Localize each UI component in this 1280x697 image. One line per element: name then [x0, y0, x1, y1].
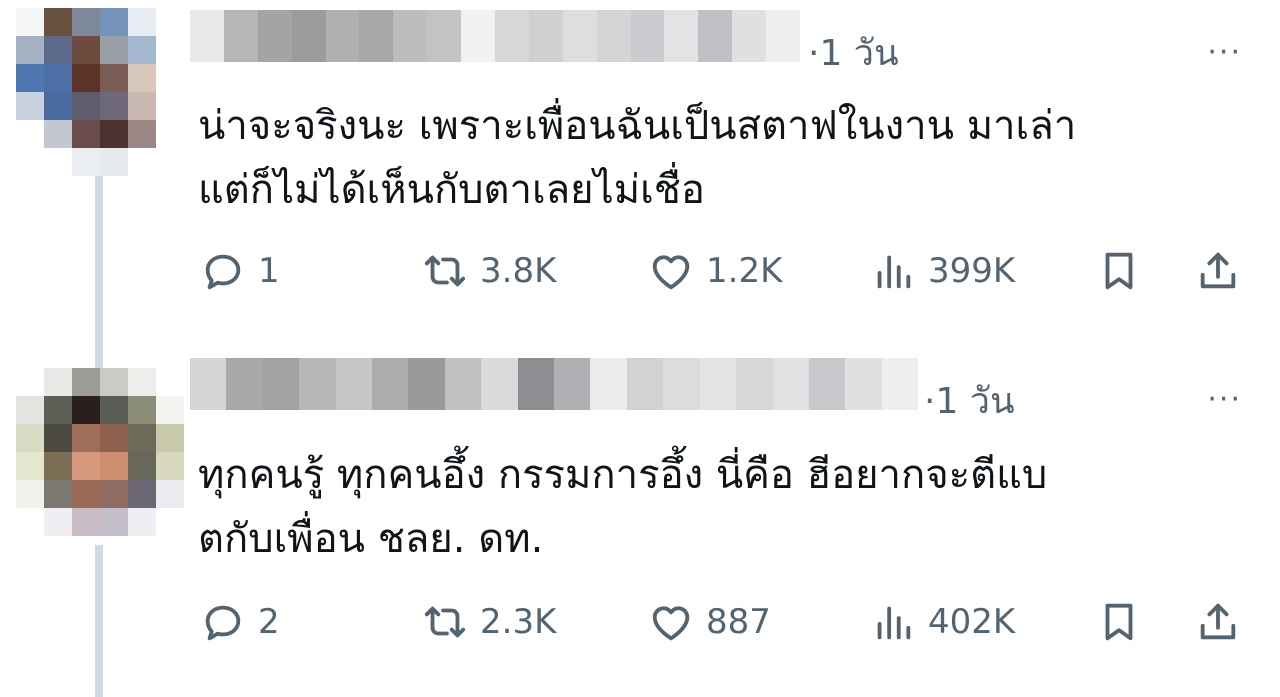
more-options-icon[interactable]: ··· [1207, 385, 1242, 415]
like-count: 887 [706, 602, 771, 642]
reply-button[interactable]: 2 [200, 597, 280, 647]
share-button[interactable] [1195, 597, 1241, 647]
action-bar: 1 3.8K 1.2K 399K [200, 246, 1250, 296]
blurred-username[interactable] [190, 10, 801, 62]
reply-bubble-icon [205, 254, 241, 290]
share-upload-icon [1200, 252, 1236, 289]
views-button[interactable]: 399K [870, 246, 1015, 296]
views-button[interactable]: 402K [870, 597, 1015, 647]
avatar[interactable] [16, 368, 184, 536]
bar-chart-icon [877, 255, 911, 289]
reply-tweet[interactable]: ·1 วัน ··· น่าจะจริงนะ เพราะเพื่อนฉันเป็… [0, 0, 1280, 345]
reply-tweet[interactable]: ·1 วัน ··· ทุกคนรู้ ทุกคนอึ้ง กรรมการอึ้… [0, 345, 1280, 697]
retweet-button[interactable]: 3.8K [422, 246, 556, 296]
bar-chart-icon [877, 606, 911, 640]
bookmark-icon [1105, 603, 1133, 641]
more-options-icon[interactable]: ··· [1207, 38, 1242, 68]
reply-bubble-icon [205, 605, 241, 641]
retweet-count: 3.8K [480, 251, 557, 291]
bookmark-icon [1105, 252, 1133, 290]
tweet-text: ทุกคนรู้ ทุกคนอึ้ง กรรมการอึ้ง นี่คือ ฮี… [198, 443, 1258, 571]
reply-count: 2 [258, 602, 280, 642]
retweet-arrows-icon [424, 606, 466, 638]
bookmark-button[interactable] [1096, 246, 1142, 296]
bookmark-button[interactable] [1096, 597, 1142, 647]
tweet-text-line: ทุกคนรู้ ทุกคนอึ้ง กรรมการอึ้ง นี่คือ ฮี… [198, 452, 1048, 498]
action-bar: 2 2.3K 887 402K [200, 597, 1250, 647]
timestamp[interactable]: ·1 วัน [808, 30, 899, 78]
reply-feed: ·1 วัน ··· น่าจะจริงนะ เพราะเพื่อนฉันเป็… [0, 0, 1280, 697]
view-count: 399K [928, 251, 1016, 291]
heart-icon [652, 255, 690, 290]
retweet-count: 2.3K [480, 602, 557, 642]
tweet-text-line: แต่ก็ไม่ได้เห็นกับตาเลยไม่เชื่อ [198, 167, 705, 213]
share-button[interactable] [1195, 246, 1241, 296]
like-button[interactable]: 1.2K [648, 246, 782, 296]
avatar[interactable] [16, 8, 184, 176]
tweet-text-line: ตกับเพื่อน ชลย. ดท. [198, 516, 544, 562]
like-button[interactable]: 887 [648, 597, 771, 647]
retweet-button[interactable]: 2.3K [422, 597, 556, 647]
retweet-arrows-icon [424, 255, 466, 287]
reply-count: 1 [258, 251, 280, 291]
tweet-text-line: น่าจะจริงนะ เพราะเพื่อนฉันเป็นสตาฟในงาน … [198, 103, 1077, 149]
timestamp[interactable]: ·1 วัน [924, 378, 1015, 426]
view-count: 402K [928, 602, 1016, 642]
like-count: 1.2K [706, 251, 783, 291]
blurred-username[interactable] [190, 358, 919, 410]
tweet-text: น่าจะจริงนะ เพราะเพื่อนฉันเป็นสตาฟในงาน … [198, 94, 1258, 222]
heart-icon [652, 606, 690, 641]
share-upload-icon [1200, 603, 1236, 640]
reply-button[interactable]: 1 [200, 246, 280, 296]
